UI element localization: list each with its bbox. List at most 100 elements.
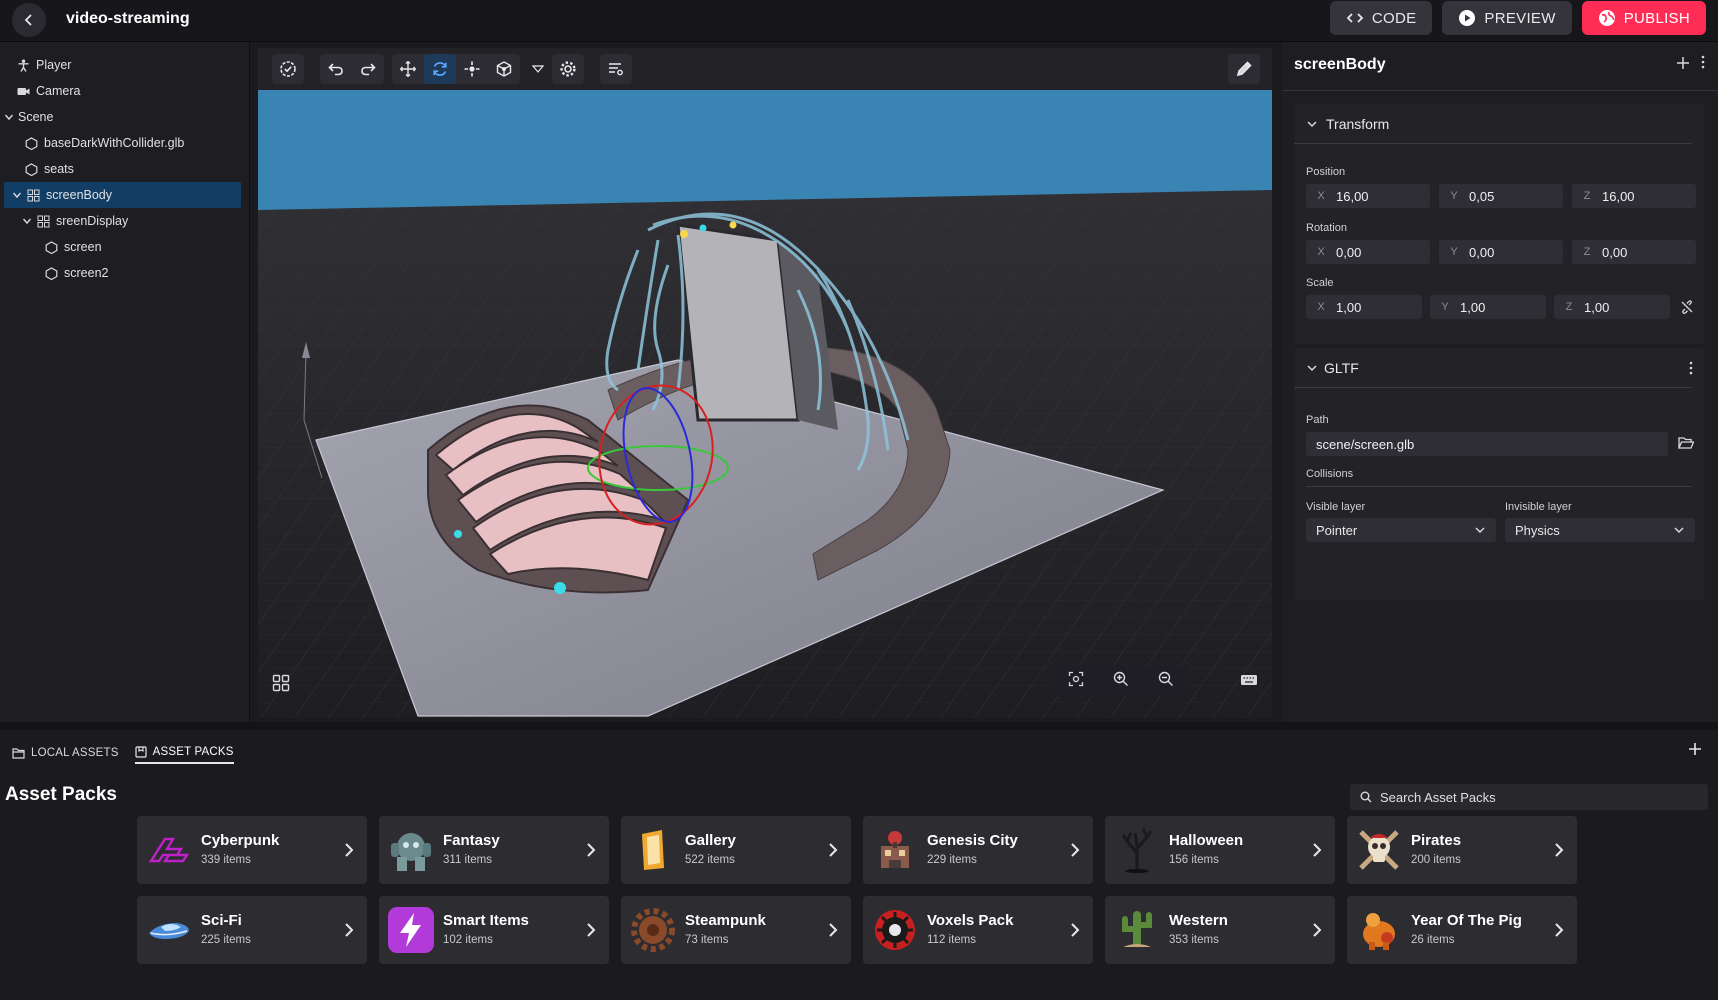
tree-item-label: seats — [44, 162, 74, 176]
viewport-toolbar — [258, 48, 1272, 90]
chevron-right-icon — [587, 923, 596, 937]
scale-z-input[interactable]: Z 1,00 — [1554, 295, 1670, 319]
asset-pack-card[interactable]: Cyberpunk 339 items — [137, 816, 367, 884]
pack-name: Cyberpunk — [201, 832, 280, 849]
search-placeholder: Search Asset Packs — [1380, 789, 1496, 805]
free-tool-button[interactable] — [488, 54, 520, 84]
rotation-y-value: 0,00 — [1469, 244, 1495, 260]
cube-icon — [44, 266, 58, 280]
undo-button[interactable] — [320, 54, 352, 84]
axis-label: Y — [1450, 190, 1458, 202]
entity-menu-button[interactable] — [1700, 54, 1706, 75]
assets-panel: LOCAL ASSETS ASSET PACKS Asset Packs Sea… — [0, 722, 1718, 1000]
tree-item-screen[interactable]: screen — [0, 234, 249, 260]
transform-header[interactable]: Transform — [1294, 104, 1692, 144]
transform-title: Transform — [1326, 115, 1390, 132]
code-button[interactable]: CODE — [1329, 1, 1433, 35]
preview-button[interactable]: PREVIEW — [1442, 1, 1572, 35]
keyboard-icon — [1241, 675, 1257, 685]
edit-mode-button[interactable] — [1228, 54, 1260, 84]
scale-tool-button[interactable] — [456, 54, 488, 84]
chevron-right-icon — [1313, 923, 1322, 937]
proportional-scale-toggle[interactable] — [1680, 300, 1694, 319]
panel-options-button[interactable] — [600, 54, 632, 84]
scale-y-input[interactable]: Y 1,00 — [1430, 295, 1546, 319]
tree-item-camera[interactable]: Camera — [0, 78, 249, 104]
chevron-down-icon — [4, 114, 14, 121]
asset-pack-card[interactable]: Halloween 156 items — [1105, 816, 1335, 884]
settings-button[interactable] — [552, 54, 584, 84]
invisible-layer-select[interactable]: Physics — [1505, 518, 1695, 542]
tab-local-assets[interactable]: LOCAL ASSETS — [12, 742, 119, 764]
grid-icon — [272, 674, 290, 692]
focus-camera-button[interactable] — [1068, 671, 1084, 692]
asset-pack-card[interactable]: Voxels Pack 112 items — [863, 896, 1093, 964]
plus-icon — [1689, 743, 1701, 755]
tree-item-player[interactable]: Player — [0, 52, 249, 78]
rotate-tool-button[interactable] — [424, 54, 456, 84]
rotation-label: Rotation — [1306, 222, 1347, 234]
entity-hierarchy: Player Camera Scene baseDarkWithCollider… — [0, 42, 250, 722]
move-tool-button[interactable] — [392, 54, 424, 84]
tab-asset-packs[interactable]: ASSET PACKS — [134, 742, 234, 764]
gltf-title: GLTF — [1324, 359, 1359, 376]
rotation-y-input[interactable]: Y 0,00 — [1439, 240, 1563, 264]
preview-button-label: PREVIEW — [1484, 9, 1556, 27]
asset-pack-card[interactable]: Pirates 200 items — [1347, 816, 1577, 884]
3d-scene-canvas[interactable] — [258, 90, 1272, 718]
chevron-down-icon — [1674, 527, 1684, 534]
add-asset-button[interactable] — [1688, 742, 1702, 761]
keyboard-shortcuts-button[interactable] — [1240, 672, 1258, 693]
scene-render — [258, 90, 1272, 718]
pack-count: 311 items — [443, 854, 493, 866]
tree-item-seats[interactable]: seats — [0, 156, 249, 182]
asset-pack-card[interactable]: Fantasy 311 items — [379, 816, 609, 884]
layout-grid-button[interactable] — [272, 674, 290, 697]
asset-pack-card[interactable]: Genesis City 229 items — [863, 816, 1093, 884]
tree-item-basedark[interactable]: baseDarkWithCollider.glb — [0, 130, 249, 156]
publish-button[interactable]: PUBLISH — [1581, 1, 1706, 35]
asset-pack-card[interactable]: Western 353 items — [1105, 896, 1335, 964]
asset-pack-card[interactable]: Gallery 522 items — [621, 816, 851, 884]
add-component-button[interactable] — [1676, 56, 1690, 75]
back-button[interactable] — [12, 3, 46, 37]
unlink-icon — [1681, 300, 1693, 314]
gltf-header[interactable]: GLTF — [1294, 348, 1692, 388]
visible-layer-select[interactable]: Pointer — [1306, 518, 1496, 542]
gltf-menu-button[interactable] — [1688, 360, 1694, 381]
redo-button[interactable] — [352, 54, 384, 84]
package-icon — [135, 746, 147, 758]
position-x-input[interactable]: X 16,00 — [1306, 184, 1430, 208]
zoom-out-button[interactable] — [1158, 671, 1174, 692]
cube-icon — [24, 136, 38, 150]
scale-x-input[interactable]: X 1,00 — [1306, 295, 1422, 319]
rotation-z-input[interactable]: Z 0,00 — [1572, 240, 1696, 264]
asset-pack-card[interactable]: Steampunk 73 items — [621, 896, 851, 964]
steampunk-gear-icon — [629, 906, 677, 954]
chevron-down-icon — [1307, 120, 1317, 127]
search-asset-packs-input[interactable]: Search Asset Packs — [1350, 784, 1708, 810]
axis-label: Z — [1583, 246, 1591, 258]
browse-file-button[interactable] — [1678, 436, 1695, 455]
zoom-in-button[interactable] — [1113, 671, 1129, 692]
gizmo-options-dropdown[interactable] — [522, 54, 554, 84]
tree-item-screen2[interactable]: screen2 — [0, 260, 249, 286]
tree-item-scene[interactable]: Scene — [0, 104, 249, 130]
pack-count: 522 items — [685, 854, 735, 866]
asset-pack-card[interactable]: Smart Items 102 items — [379, 896, 609, 964]
position-z-input[interactable]: Z 16,00 — [1572, 184, 1696, 208]
chevron-right-icon — [345, 843, 354, 857]
tree-item-sreendisplay[interactable]: sreenDisplay — [0, 208, 249, 234]
path-input[interactable]: scene/screen.glb — [1306, 432, 1668, 456]
folder-open-icon — [1678, 437, 1695, 449]
asset-pack-card[interactable]: Year Of The Pig 26 items — [1347, 896, 1577, 964]
check-circle-icon — [280, 61, 296, 77]
axis-label: Z — [1565, 301, 1573, 313]
chevron-right-icon — [345, 923, 354, 937]
seat-light — [554, 582, 566, 594]
rotation-x-input[interactable]: X 0,00 — [1306, 240, 1430, 264]
position-y-input[interactable]: Y 0,05 — [1439, 184, 1563, 208]
asset-pack-card[interactable]: Sci-Fi 225 items — [137, 896, 367, 964]
inspector-toggle-button[interactable] — [272, 54, 304, 84]
tree-item-screenbody[interactable]: screenBody — [4, 182, 241, 208]
